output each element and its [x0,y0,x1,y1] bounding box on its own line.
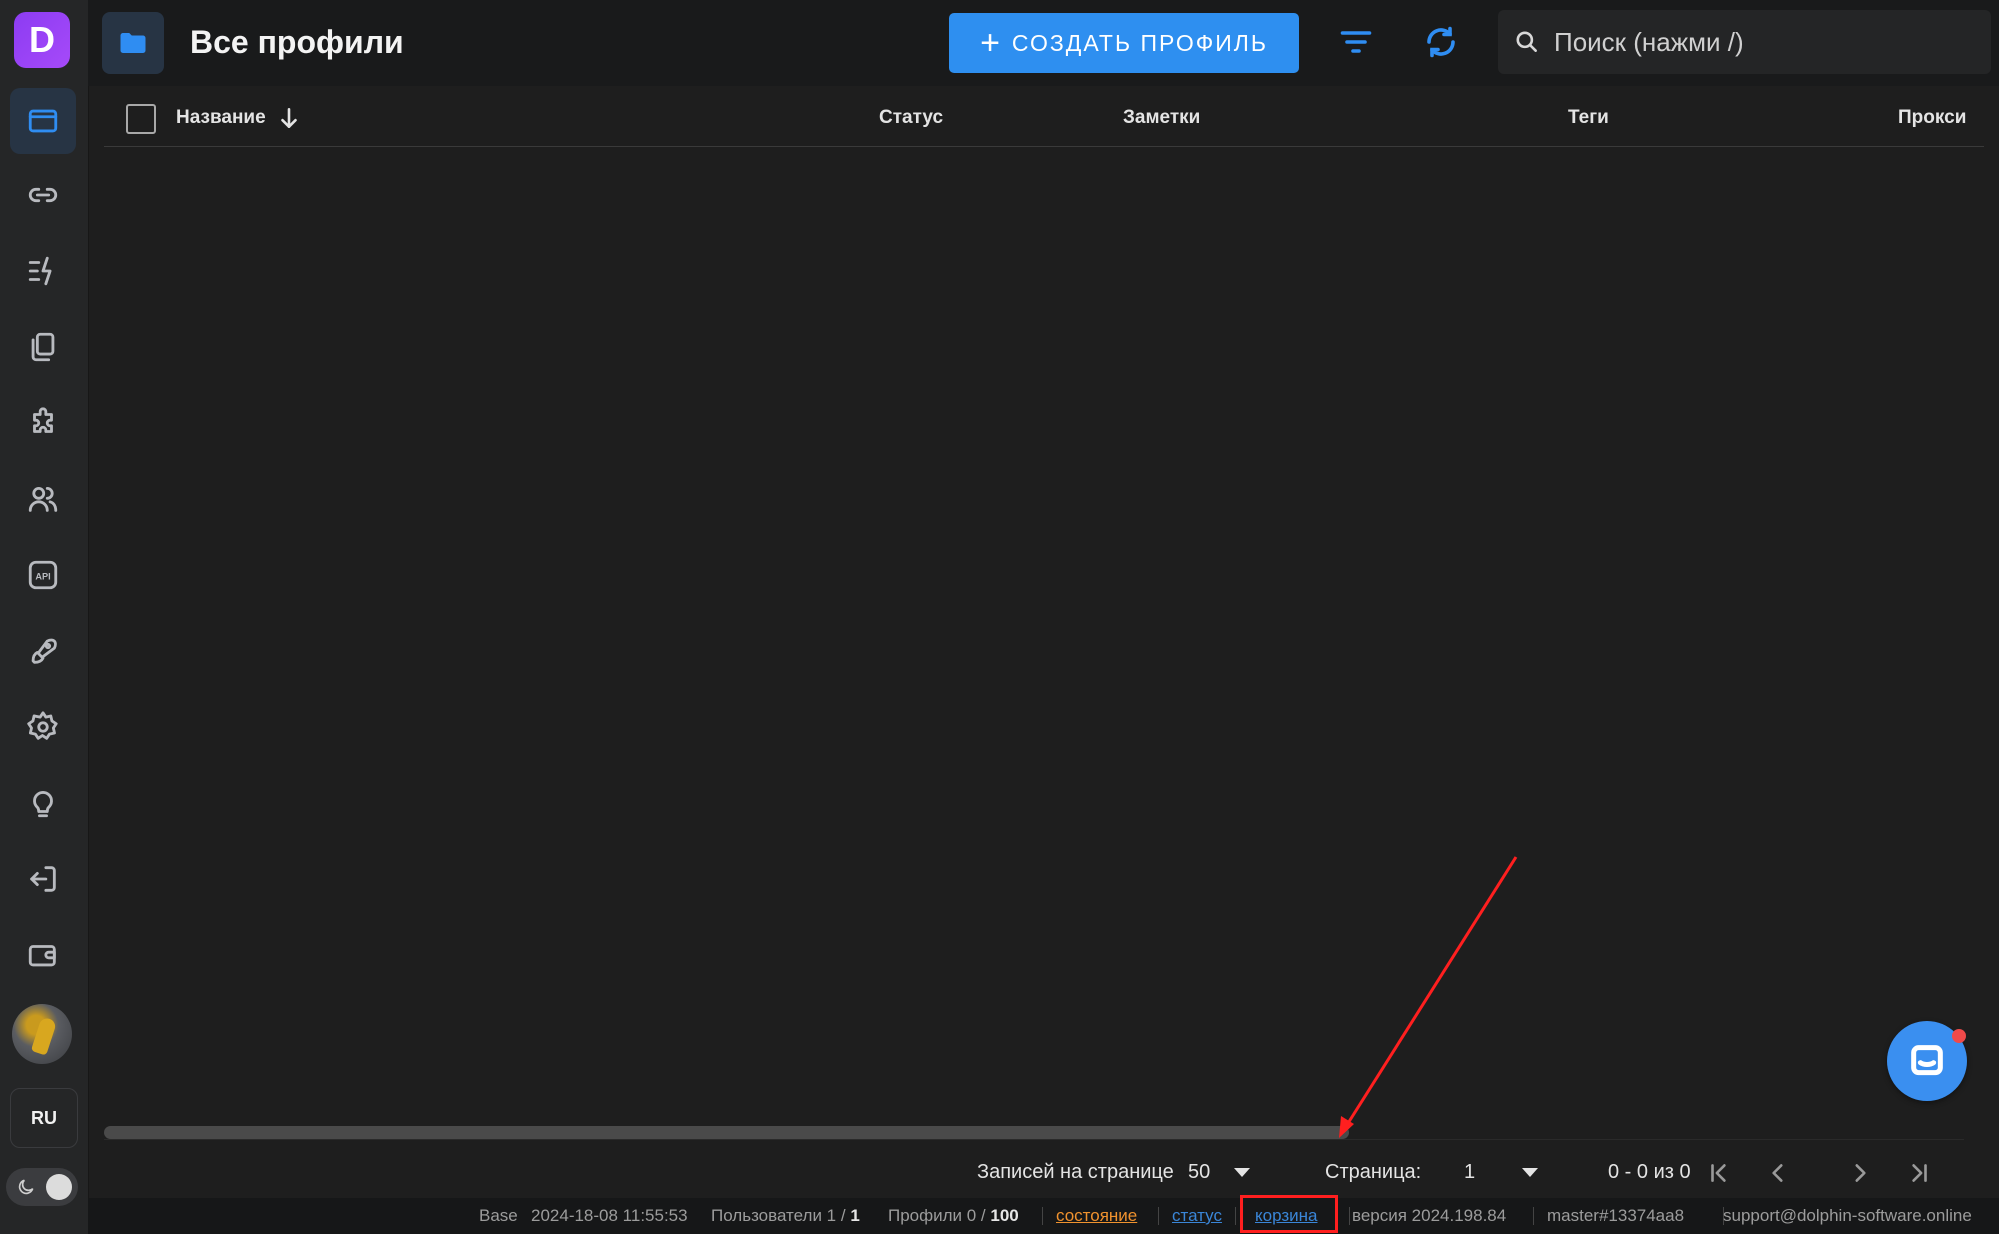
folder-icon [120,33,146,53]
first-page-icon [1711,1164,1726,1182]
create-profile-label: СОЗДАТЬ ПРОФИЛЬ [1011,29,1268,56]
sidebar-item-settings[interactable] [10,694,76,760]
chevron-left-icon [1772,1164,1783,1182]
status-profiles-label: Профили 0 / [888,1206,991,1225]
folder-button[interactable] [102,12,164,74]
prev-page-button[interactable] [1761,1156,1795,1190]
column-status[interactable]: Статус [879,106,943,130]
sidebar-item-browser-profiles[interactable] [10,88,76,154]
chevron-right-icon [1855,1164,1866,1182]
wallet-icon [28,945,56,967]
divider [1349,1207,1350,1225]
sidebar-item-links[interactable] [10,162,76,228]
column-name[interactable]: Название [176,106,266,130]
refresh-button[interactable] [1419,20,1463,64]
sidebar-item-extensions[interactable] [10,390,76,456]
chevron-down-icon [1234,1168,1250,1178]
language-switch[interactable]: RU [10,1088,78,1148]
sidebar-item-automation[interactable] [10,238,76,304]
sidebar-item-logout[interactable] [10,846,76,912]
refresh-icon [1427,26,1455,58]
table-header: Название Статус Заметки Теги Прокси [104,90,1984,147]
moon-icon [16,1177,36,1197]
status-users-total: 1 [850,1206,860,1225]
support-email[interactable]: support@dolphin-software.online [1723,1198,1972,1234]
svg-text:API: API [35,571,50,581]
chevron-down-icon [1522,1168,1538,1178]
column-tags[interactable]: Теги [1568,106,1609,130]
sidebar-item-wallet[interactable] [10,922,76,988]
horizontal-scrollbar[interactable] [104,1126,1349,1139]
state-link[interactable]: состояние [1056,1198,1137,1234]
chat-icon [1911,1045,1943,1076]
logout-icon [30,866,56,892]
page-label: Страница: [1325,1161,1422,1183]
status-users-label: Пользователи 1 / [711,1206,851,1225]
search-input[interactable] [1552,25,1991,59]
lightning-list-icon [28,256,52,286]
sort-arrow-down-icon[interactable] [276,104,302,138]
search-icon [1516,31,1537,52]
page-range: 0 - 0 из 0 [1608,1161,1691,1183]
search-box[interactable] [1498,10,1991,74]
status-users: Пользователи 1 / 1 [711,1198,860,1234]
column-proxy[interactable]: Прокси [1898,106,1966,130]
status-build: master#13374aa8 [1547,1206,1685,1225]
rows-per-page-label: Записей на странице [977,1161,1174,1183]
page-title: Все профили [190,24,404,60]
theme-toggle[interactable] [6,1168,78,1206]
notification-dot [1952,1029,1966,1043]
api-icon: API [28,560,58,590]
status-link[interactable]: статус [1172,1198,1222,1234]
sidebar-item-tips[interactable] [10,770,76,836]
status-profiles-total: 100 [990,1206,1019,1225]
toggle-knob [46,1174,72,1200]
divider [1235,1207,1236,1225]
footer-divider [104,1139,1964,1140]
sidebar-item-launch[interactable] [10,618,76,684]
status-bar: Base 2024-18-08 11:55:53 Пользователи 1 … [88,1198,1999,1234]
divider [1533,1207,1534,1225]
filter-icon [1340,31,1372,53]
annotation-highlight-box [1240,1195,1338,1233]
annotation-arrow [1339,856,1518,1138]
status-base: Base [479,1206,518,1225]
logo-letter: D [29,19,55,60]
avatar[interactable] [12,1004,72,1064]
column-notes[interactable]: Заметки [1123,106,1200,130]
status-version: версия 2024.198.84 [1352,1206,1507,1225]
browser-window-icon [28,109,58,133]
sidebar-item-copies[interactable] [10,314,76,380]
divider [1158,1207,1159,1225]
rocket-icon [31,638,57,664]
page-dropdown[interactable] [1522,1152,1538,1192]
link-icon [28,187,58,203]
status-profiles: Профили 0 / 100 [888,1198,1019,1234]
sidebar-item-api[interactable]: API [10,542,76,608]
gear-icon [27,711,58,740]
create-profile-button[interactable]: + СОЗДАТЬ ПРОФИЛЬ [949,13,1299,73]
copy-icon [31,332,55,362]
filter-button[interactable] [1334,20,1378,64]
sidebar-item-users[interactable] [10,466,76,532]
last-page-button[interactable] [1902,1156,1936,1190]
app-logo[interactable]: D [14,12,70,68]
status-datetime: 2024-18-08 11:55:53 [531,1206,688,1225]
plus-icon: + [980,24,1002,62]
first-page-button[interactable] [1702,1156,1736,1190]
users-icon [28,486,58,512]
next-page-button[interactable] [1843,1156,1877,1190]
last-page-icon [1912,1164,1927,1182]
lightbulb-icon [33,791,53,818]
puzzle-icon [33,407,53,433]
divider [1042,1207,1043,1225]
rows-per-page-value[interactable]: 50 [1188,1152,1210,1192]
rows-per-page-dropdown[interactable] [1234,1152,1250,1192]
sidebar: D API RU [0,0,89,1234]
page-value[interactable]: 1 [1464,1152,1475,1192]
select-all-checkbox[interactable] [126,104,156,134]
